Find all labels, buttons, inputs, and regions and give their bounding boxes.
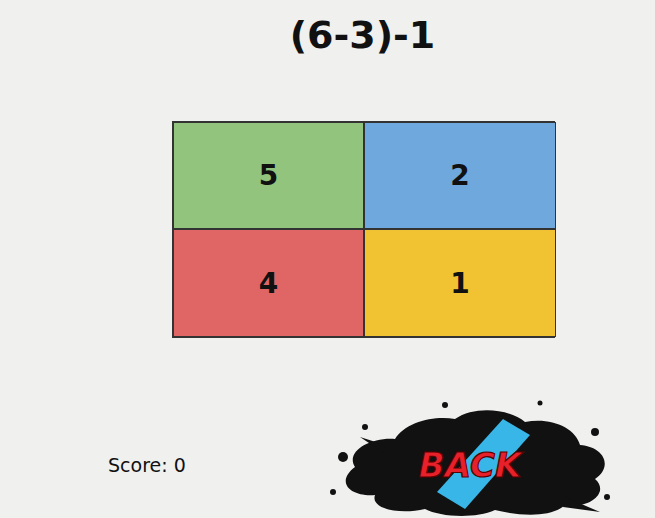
footer: Score: 0 BACK [0,397,655,518]
back-button[interactable]: BACK [325,397,615,518]
question: (6-3)-1 [290,10,436,60]
answer-button[interactable]: 2 [364,122,556,229]
score: Score: 0 [108,453,308,477]
answer-button[interactable]: 4 [173,229,364,337]
answer-button[interactable]: 5 [173,122,364,229]
ink-splash-icon: BACK [325,397,615,518]
back-label: BACK [419,445,524,485]
question-bar: (6-3)-1 [0,0,655,60]
answer-button[interactable]: 1 [364,229,556,337]
answer-grid: 5241 [172,121,555,338]
game-screen: (6-3)-1 5241 Score: 0 BACK [0,0,655,518]
